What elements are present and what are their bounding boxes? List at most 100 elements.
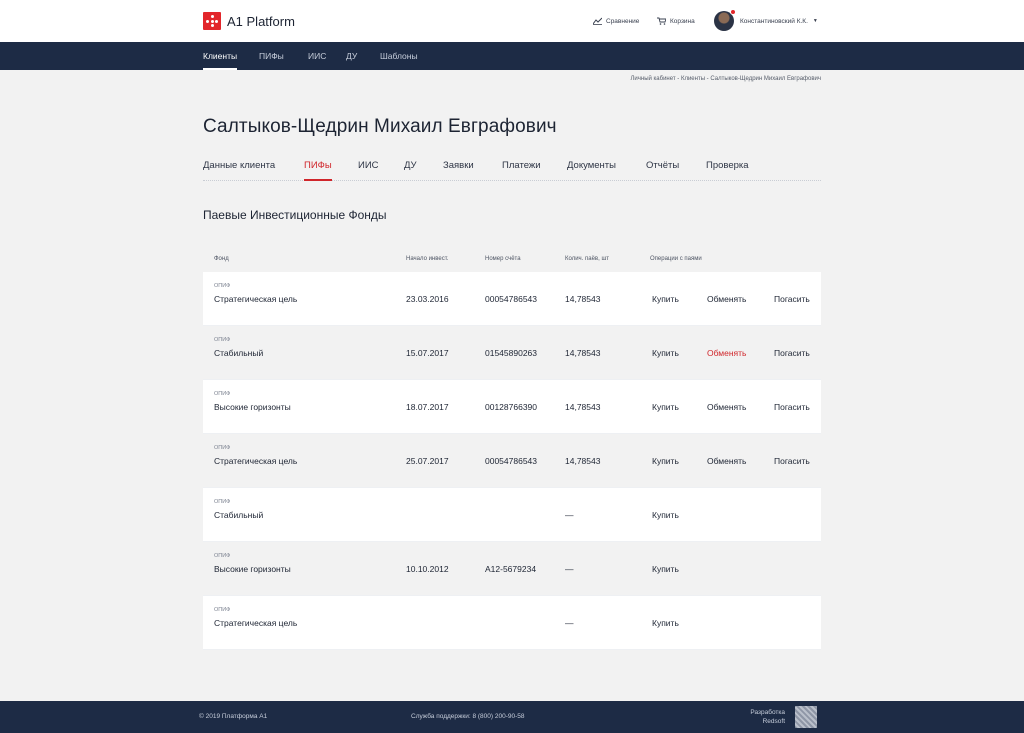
- footer-dev-name: Redsoft: [762, 718, 785, 725]
- buy-button[interactable]: Купить: [652, 294, 679, 304]
- buy-button[interactable]: Купить: [652, 456, 679, 466]
- fund-type: ОПИФ: [214, 445, 231, 451]
- client-tabs: Данные клиента ПИФы ИИС ДУ Заявки Платеж…: [203, 150, 821, 181]
- fund-name[interactable]: Стратегическая цель: [214, 618, 297, 628]
- user-name: Константиновский К.К.: [740, 17, 808, 25]
- buy-button[interactable]: Купить: [652, 510, 679, 520]
- header-ops: Операции с паями: [650, 256, 702, 262]
- buy-button[interactable]: Купить: [652, 402, 679, 412]
- account-number: 00054786543: [485, 294, 538, 304]
- main-nav: Клиенты ПИФы ИИС ДУ Шаблоны: [0, 42, 1024, 70]
- exchange-button[interactable]: Обменять: [707, 348, 746, 358]
- redeem-button[interactable]: Погасить: [774, 348, 810, 358]
- table-row: ОПИФ Стратегическая цель — Купить: [203, 596, 821, 650]
- tab-documents[interactable]: Документы: [567, 160, 616, 181]
- start-date: 23.03.2016: [406, 294, 449, 304]
- header-qty: Колич. паёв, шт: [565, 256, 610, 262]
- unit-quantity: 14,78543: [565, 348, 601, 358]
- page-title: Салтыков-Щедрин Михаил Евграфович: [203, 116, 557, 137]
- nav-item-du[interactable]: ДУ: [346, 42, 357, 70]
- footer-developer[interactable]: Разработка Redsoft: [749, 708, 785, 726]
- logo-icon: [203, 12, 221, 30]
- redeem-button[interactable]: Погасить: [774, 456, 810, 466]
- buy-button[interactable]: Купить: [652, 348, 679, 358]
- buy-button[interactable]: Купить: [652, 618, 679, 628]
- footer-copyright: © 2019 Платформа А1: [199, 713, 268, 720]
- breadcrumb[interactable]: Личный кабинет - Клиенты - Салтыков-Щедр…: [630, 76, 821, 82]
- unit-quantity: —: [565, 564, 574, 574]
- fund-name[interactable]: Высокие горизонты: [214, 564, 291, 574]
- nav-item-clients[interactable]: Клиенты: [203, 42, 238, 70]
- header-account: Номер счёта: [485, 256, 521, 262]
- user-menu[interactable]: Константиновский К.К. ▼: [714, 0, 818, 42]
- compare-label: Сравнение: [606, 17, 640, 25]
- notification-badge: [730, 9, 736, 15]
- cart-label: Корзина: [670, 17, 695, 25]
- tab-du[interactable]: ДУ: [404, 160, 417, 181]
- start-date: 15.07.2017: [406, 348, 449, 358]
- fund-type: ОПИФ: [214, 337, 231, 343]
- fund-name[interactable]: Стратегическая цель: [214, 456, 297, 466]
- table-row: ОПИФ Стабильный — Купить: [203, 488, 821, 542]
- tab-check[interactable]: Проверка: [706, 160, 749, 181]
- buy-button[interactable]: Купить: [652, 564, 679, 574]
- fund-name[interactable]: Стратегическая цель: [214, 294, 297, 304]
- exchange-button[interactable]: Обменять: [707, 294, 746, 304]
- table-row: ОПИФ Стабильный 15.07.2017 01545890263 14,78…: [203, 326, 821, 380]
- caret-down-icon: ▼: [812, 18, 818, 24]
- table-row: ОПИФ Стратегическая цель 23.03.2016 0005478…: [203, 272, 821, 326]
- fund-name[interactable]: Стабильный: [214, 510, 263, 520]
- redeem-button[interactable]: Погасить: [774, 402, 810, 412]
- logo[interactable]: A1 Platform: [203, 12, 295, 30]
- table-row: ОПИФ Высокие горизонты 10.10.2012 А12-56792…: [203, 542, 821, 596]
- unit-quantity: 14,78543: [565, 402, 601, 412]
- cart-icon: [657, 17, 666, 25]
- chart-icon: [593, 17, 602, 25]
- start-date: 10.10.2012: [406, 564, 449, 574]
- redeem-button[interactable]: Погасить: [774, 294, 810, 304]
- cart-link[interactable]: Корзина: [657, 0, 695, 42]
- nav-item-iis[interactable]: ИИС: [308, 42, 326, 70]
- logo-text: A1 Platform: [227, 13, 295, 29]
- account-number: 00128766390: [485, 402, 538, 412]
- unit-quantity: 14,78543: [565, 294, 601, 304]
- tab-pifs[interactable]: ПИФы: [304, 160, 332, 181]
- tab-client-data[interactable]: Данные клиента: [203, 160, 275, 181]
- fund-type: ОПИФ: [214, 391, 231, 397]
- fund-type: ОПИФ: [214, 283, 231, 289]
- avatar: [714, 9, 736, 31]
- exchange-button[interactable]: Обменять: [707, 402, 746, 412]
- fund-name[interactable]: Стабильный: [214, 348, 263, 358]
- unit-quantity: —: [565, 510, 574, 520]
- fund-type: ОПИФ: [214, 499, 231, 505]
- table-row: ОПИФ Высокие горизонты 18.07.2017 001287663…: [203, 380, 821, 434]
- tab-reports[interactable]: Отчёты: [646, 160, 679, 181]
- footer: © 2019 Платформа А1 Служба поддержки: 8 …: [0, 701, 1024, 733]
- nav-item-templates[interactable]: Шаблоны: [380, 42, 418, 70]
- nav-item-pifs[interactable]: ПИФы: [259, 42, 284, 70]
- fund-type: ОПИФ: [214, 553, 231, 559]
- redsoft-logo-icon: [795, 706, 817, 728]
- account-number: А12-5679234: [485, 564, 537, 574]
- tab-iis[interactable]: ИИС: [358, 160, 379, 181]
- fund-name[interactable]: Высокие горизонты: [214, 402, 291, 412]
- start-date: 18.07.2017: [406, 402, 449, 412]
- unit-quantity: —: [565, 618, 574, 628]
- start-date: 25.07.2017: [406, 456, 449, 466]
- footer-support: Служба поддержки: 8 (800) 200-90-58: [411, 713, 525, 720]
- account-number: 01545890263: [485, 348, 538, 358]
- exchange-button[interactable]: Обменять: [707, 456, 746, 466]
- funds-table: ОПИФ Стратегическая цель 23.03.2016 0005478…: [203, 272, 821, 650]
- fund-type: ОПИФ: [214, 607, 231, 613]
- section-title: Паевые Инвестиционные Фонды: [203, 208, 387, 222]
- tab-payments[interactable]: Платежи: [502, 160, 541, 181]
- compare-link[interactable]: Сравнение: [593, 0, 639, 42]
- footer-dev-label: Разработка: [750, 709, 785, 716]
- header-fund: Фонд: [214, 256, 229, 262]
- account-number: 00054786543: [485, 456, 538, 466]
- header-start: Начало инвест.: [406, 256, 449, 262]
- table-row: ОПИФ Стратегическая цель 25.07.2017 0005478…: [203, 434, 821, 488]
- top-bar: A1 Platform Сравнение Корзина Константин…: [0, 0, 1024, 42]
- unit-quantity: 14,78543: [565, 456, 601, 466]
- tab-requests[interactable]: Заявки: [443, 160, 474, 181]
